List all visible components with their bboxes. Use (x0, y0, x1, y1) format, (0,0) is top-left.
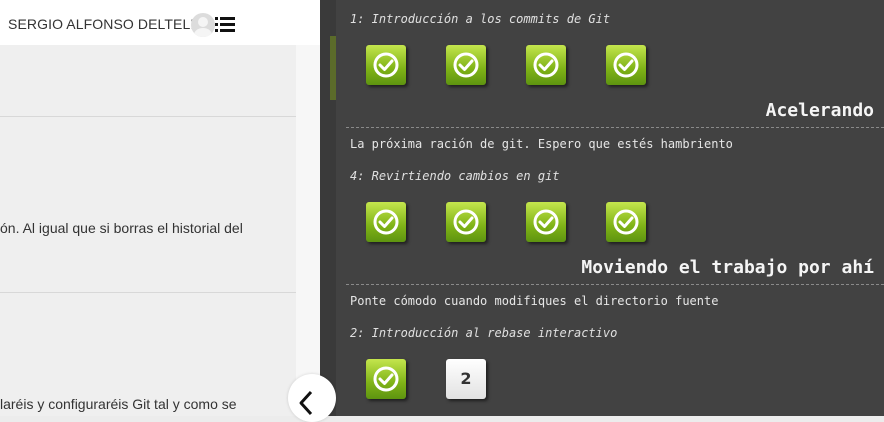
level-number: 2 (460, 369, 472, 388)
avatar-icon[interactable] (191, 13, 215, 37)
level-badge-2[interactable] (446, 202, 486, 242)
level-group-title: 2: Introducción al rebase interactivo (350, 326, 618, 340)
check-circle-icon (453, 209, 479, 235)
section-description: Ponte cómodo cuando modifiques el direct… (350, 294, 719, 308)
check-circle-icon (613, 209, 639, 235)
article-page: ón. Al igual que si borras el historial … (0, 0, 296, 416)
level-badge-4[interactable] (606, 202, 646, 242)
section-description: La próxima ración de git. Espero que est… (350, 137, 733, 151)
check-circle-icon (533, 52, 559, 78)
level-badge-2[interactable]: 2 (446, 359, 486, 399)
check-circle-icon (373, 366, 399, 392)
level-badge-1[interactable] (366, 359, 406, 399)
divider (0, 116, 296, 117)
list-menu-icon[interactable] (215, 17, 235, 32)
top-bar: SERGIO ALFONSO DELTELL (0, 0, 320, 45)
check-circle-icon (613, 52, 639, 78)
chevron-left-icon (299, 390, 313, 416)
article-text-line: laréis y configuraréis Git tal y como se (0, 396, 237, 412)
level-badge-4[interactable] (606, 45, 646, 85)
level-group-title: 4: Revirtiendo cambios en git (350, 169, 560, 183)
page-gutter (296, 0, 320, 416)
check-circle-icon (533, 209, 559, 235)
divider (0, 292, 296, 293)
section-divider (346, 127, 884, 128)
check-circle-icon (453, 52, 479, 78)
check-circle-icon (373, 209, 399, 235)
level-badge-3[interactable] (526, 202, 566, 242)
levels-panel: 1: Introducción a los commits de Git Ace… (336, 0, 884, 416)
level-badge-2[interactable] (446, 45, 486, 85)
level-group-title: 1: Introducción a los commits de Git (350, 12, 611, 26)
article-body: ón. Al igual que si borras el historial … (0, 45, 296, 416)
back-button[interactable] (288, 374, 336, 422)
section-title: Moviendo el trabajo por ahí (581, 257, 874, 278)
section-title: Acelerando (765, 100, 874, 121)
level-badge-1[interactable] (366, 202, 406, 242)
article-text-line: ón. Al igual que si borras el historial … (0, 220, 243, 236)
check-circle-icon (373, 52, 399, 78)
level-badge-3[interactable] (526, 45, 566, 85)
level-badge-1[interactable] (366, 45, 406, 85)
user-name[interactable]: SERGIO ALFONSO DELTELL (8, 16, 198, 32)
section-divider (346, 284, 884, 285)
